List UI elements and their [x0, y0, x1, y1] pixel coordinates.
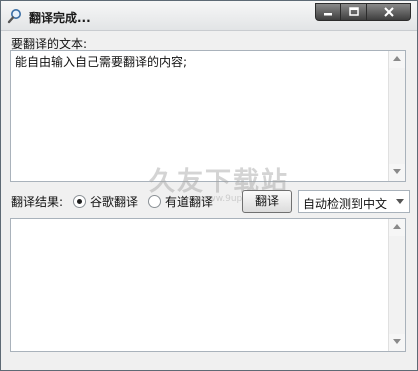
window-controls: [315, 3, 411, 21]
radio-selected-icon: [73, 195, 86, 208]
chevron-down-icon: [396, 199, 404, 204]
language-select[interactable]: 自动检测到中文: [298, 190, 410, 213]
scroll-up-arrow-icon: [393, 56, 401, 61]
radio-unselected-icon: [148, 195, 161, 208]
source-text-value: 能自由输入自己需要翻译的内容;: [15, 55, 188, 69]
minimize-button[interactable]: [315, 3, 341, 21]
result-scrollbar[interactable]: [388, 219, 405, 351]
magnifier-app-icon: [7, 9, 21, 24]
scroll-down-arrow-icon: [393, 169, 401, 174]
result-label: 翻译结果:: [11, 195, 64, 209]
source-scroll-up-button[interactable]: [389, 51, 405, 68]
options-row: 翻译结果: 谷歌翻译 有道翻译 翻译 自动检测到中文: [11, 190, 411, 213]
youdao-translate-radio[interactable]: 有道翻译: [148, 193, 213, 210]
maximize-icon: [348, 7, 359, 16]
translate-button[interactable]: 翻译: [242, 190, 292, 213]
minimize-icon: [324, 13, 332, 16]
scroll-up-arrow-icon: [393, 224, 401, 229]
google-translate-radio[interactable]: 谷歌翻译: [73, 193, 138, 210]
maximize-button[interactable]: [341, 3, 367, 21]
result-scroll-down-button[interactable]: [389, 334, 405, 351]
youdao-translate-label: 有道翻译: [165, 195, 214, 209]
translator-window: 翻译完成... 要翻译的文本: 能自由输入自己需要翻译的内容; 久友下载站 ww…: [0, 0, 418, 371]
window-title: 翻译完成...: [29, 11, 91, 25]
google-translate-label: 谷歌翻译: [90, 195, 139, 209]
scroll-down-arrow-icon: [393, 339, 401, 344]
close-button[interactable]: [367, 3, 411, 21]
source-scroll-down-button[interactable]: [389, 164, 405, 181]
result-scroll-up-button[interactable]: [389, 219, 405, 236]
result-textarea[interactable]: [10, 218, 406, 352]
source-scrollbar[interactable]: [388, 51, 405, 181]
title-bar[interactable]: 翻译完成...: [1, 1, 417, 31]
close-icon: [383, 7, 394, 17]
language-select-value: 自动检测到中文: [303, 197, 388, 211]
